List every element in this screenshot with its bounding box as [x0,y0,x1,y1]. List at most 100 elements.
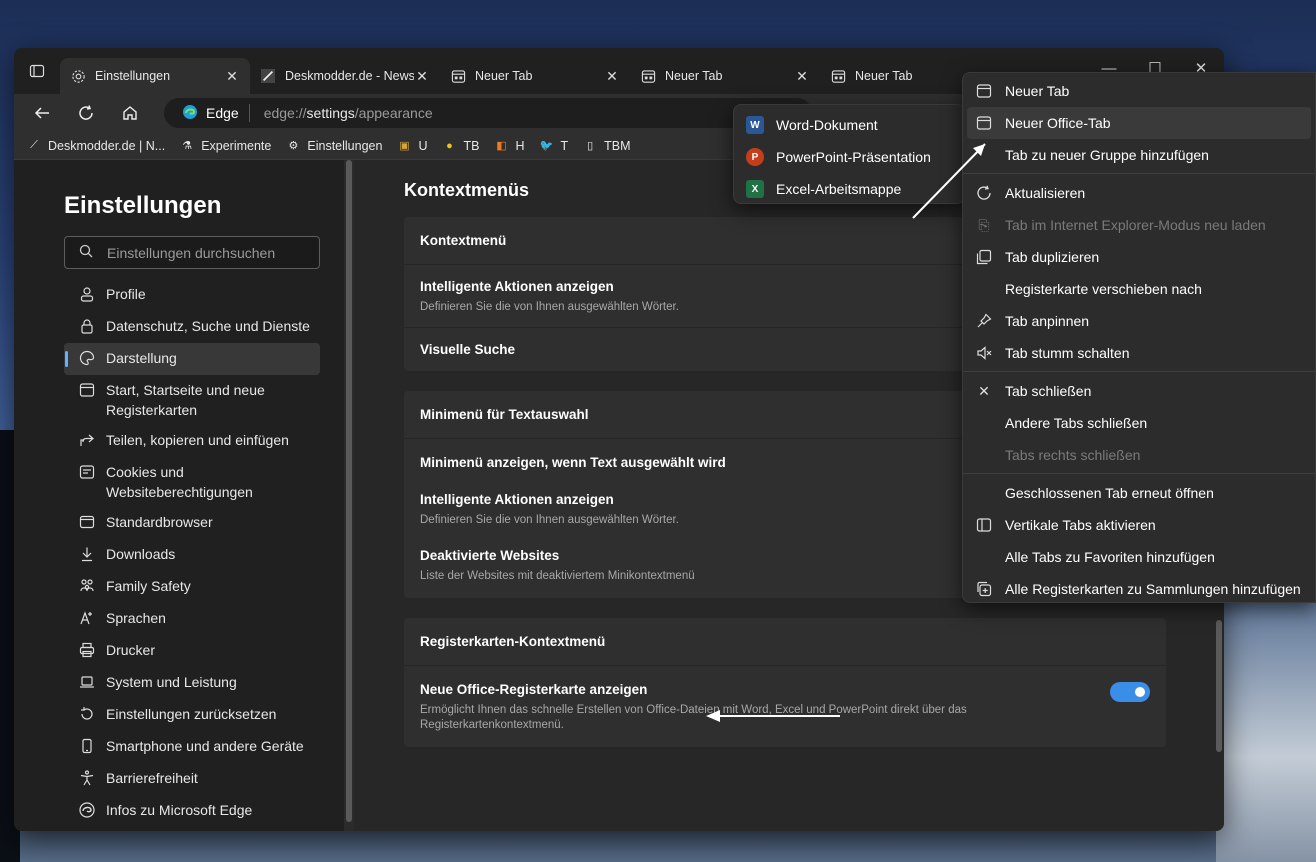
tab-deskmodder[interactable]: Deskmodder.de - News ✕ [250,58,440,94]
menu-item-add-to-group[interactable]: Tab zu neuer Gruppe hinzufügen [963,139,1315,171]
favorite-tbm[interactable]: ▯ TBM [582,138,630,154]
sidebar-item-appearance[interactable]: Darstellung [64,343,320,375]
menu-item-pin[interactable]: Tab anpinnen [963,305,1315,337]
sidebar-item-system[interactable]: System und Leistung [64,667,320,699]
twitter-icon: 🐦 [539,140,554,152]
vertical-tabs-icon [975,516,993,534]
sidebar-title: Einstellungen [64,192,222,219]
sidebar-item-profile[interactable]: Profile [64,279,320,311]
favorite-experimente[interactable]: ⚗ Experimente [179,138,271,154]
edge-logo-icon [78,800,96,820]
favorite-label: Experimente [201,138,272,153]
sidebar-item-label: Sprachen [106,610,166,626]
sidebar-item-cookies[interactable]: Cookies und Websiteberechtigungen [64,457,320,507]
favorite-tb[interactable]: ● TB [441,138,479,154]
menu-item-label: Tab anpinnen [1005,313,1090,329]
tab-actions-button[interactable] [14,48,60,94]
menu-item-label: Tabs rechts schließen [1005,447,1141,463]
favorite-deskmodder[interactable]: ⟋ Deskmodder.de | N... [26,138,165,154]
menu-item-reopen[interactable]: Geschlossenen Tab erneut öffnen [963,477,1315,509]
search-placeholder: Einstellungen durchsuchen [107,244,276,261]
favorite-t[interactable]: 🐦 T [538,138,569,154]
tab-settings[interactable]: Einstellungen ✕ [60,58,250,94]
menu-item-refresh[interactable]: Aktualisieren [963,177,1315,209]
menu-item-close[interactable]: ✕ Tab schließen [963,375,1315,407]
favorite-einstellungen[interactable]: ⚙ Einstellungen [285,138,382,154]
tab-new-2[interactable]: Neuer Tab ✕ [630,58,820,94]
edge-logo-icon [182,104,198,123]
laptop-icon [78,672,96,692]
close-icon[interactable]: ✕ [794,68,810,85]
menu-item-move-to[interactable]: Registerkarte verschieben nach [963,273,1315,305]
sidebar-item-printers[interactable]: Drucker [64,635,320,667]
word-icon: W [746,116,764,134]
accessibility-icon [78,768,96,788]
sidebar-item-phone[interactable]: Smartphone und andere Geräte [64,731,320,763]
sidebar-item-default-browser[interactable]: Standardbrowser [64,507,320,539]
circle-icon: ● [446,139,453,152]
tab-title: Neuer Tab [475,69,533,83]
new-tab-icon [830,68,846,84]
sidebar-item-label: Teilen, kopieren und einfügen [106,432,289,448]
tab-title: Neuer Tab [665,69,723,83]
annotation-arrow-context [912,143,986,219]
menu-item-ie-mode: ⎘ Tab im Internet Explorer-Modus neu lade… [963,209,1315,241]
search-icon [79,244,93,261]
office-tab-toggle[interactable] [1110,682,1150,702]
home-button[interactable] [112,97,148,129]
sidebar-item-languages[interactable]: Sprachen [64,603,320,635]
sidebar-item-label: System und Leistung [106,674,237,690]
reset-icon [78,704,96,724]
sidebar-item-label: Einstellungen zurücksetzen [106,706,277,722]
home-icon [123,106,137,120]
url-text: edge://settings/appearance [264,105,433,121]
favorite-u[interactable]: ▣ U [396,138,427,154]
menu-item-add-favorites[interactable]: Alle Tabs zu Favoriten hinzufügen [963,541,1315,573]
settings-search-input[interactable]: Einstellungen durchsuchen [64,236,320,269]
menu-item-close-others[interactable]: Andere Tabs schließen [963,407,1315,439]
back-button[interactable] [24,97,60,129]
language-icon [78,608,96,628]
menu-item-label: Aktualisieren [1005,185,1086,201]
collections-icon [975,580,993,598]
profile-icon [78,284,96,304]
sidebar-item-start[interactable]: Start, Startseite und neue Registerkarte… [64,375,320,425]
settings-sidebar: Einstellungen Einstellungen durchsuchen … [14,160,344,831]
address-bar[interactable]: Edge edge://settings/appearance [164,98,812,128]
menu-item-vertical-tabs[interactable]: Vertikale Tabs aktivieren [963,509,1315,541]
sidebar-item-reset[interactable]: Einstellungen zurücksetzen [64,699,320,731]
card-tab-context-menu: Registerkarten-Kontextmenü Neue Office-R… [404,618,1166,747]
menu-item-label: Tab stumm schalten [1005,345,1130,361]
phone-icon [78,736,96,756]
scroll-thumb[interactable] [1216,620,1222,752]
menu-item-label: Tab im Internet Explorer-Modus neu laden [1005,217,1266,233]
refresh-button[interactable] [68,97,104,129]
sidebar-item-label: Downloads [106,546,176,562]
tab-title: Deskmodder.de - News [285,69,414,83]
sidebar-item-privacy[interactable]: Datenschutz, Suche und Dienste [64,311,320,343]
sidebar-item-about[interactable]: Infos zu Microsoft Edge [64,795,320,827]
printer-icon [78,640,96,660]
flask-icon: ⚗ [182,140,193,152]
favorite-label: Einstellungen [307,138,383,153]
menu-item-label: Alle Registerkarten zu Sammlungen hinzuf… [1005,581,1301,597]
sidebar-item-share[interactable]: Teilen, kopieren und einfügen [64,425,320,457]
sidebar-item-label: Smartphone und andere Geräte [106,738,304,754]
lock-icon [78,316,96,336]
sidebar-item-label: Drucker [106,642,156,658]
close-icon[interactable]: ✕ [604,68,620,85]
menu-item-new-office-tab[interactable]: Neuer Office-Tab [967,107,1311,139]
menu-item-new-tab[interactable]: Neuer Tab [963,75,1315,107]
favorite-h[interactable]: ◧ H [493,138,524,154]
menu-item-duplicate[interactable]: Tab duplizieren [963,241,1315,273]
menu-item-mute[interactable]: Tab stumm schalten [963,337,1315,369]
sidebar-item-downloads[interactable]: Downloads [64,539,320,571]
close-icon[interactable]: ✕ [224,68,240,85]
gear-icon [70,68,86,84]
close-icon[interactable]: ✕ [414,68,430,85]
new-tab-icon [640,68,656,84]
sidebar-item-accessibility[interactable]: Barrierefreiheit [64,763,320,795]
menu-item-add-collections[interactable]: Alle Registerkarten zu Sammlungen hinzuf… [963,573,1315,605]
tab-new-1[interactable]: Neuer Tab ✕ [440,58,630,94]
sidebar-item-family[interactable]: Family Safety [64,571,320,603]
